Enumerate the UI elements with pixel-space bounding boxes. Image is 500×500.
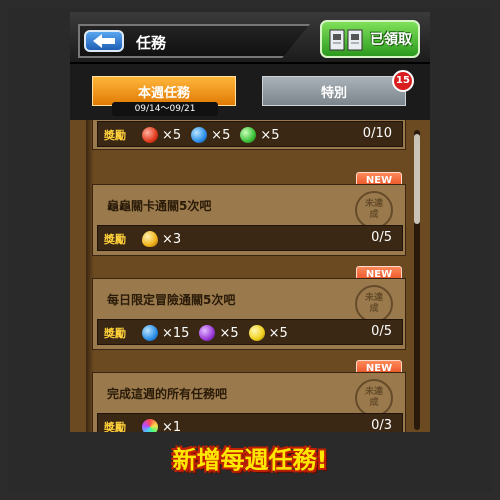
reward-label: 獎勵 [104,233,126,246]
reward-items: ×3 [142,229,187,249]
tab-special[interactable]: 特別 [262,76,406,106]
green-gem-icon [240,127,257,143]
not-achieved-stamp: 未達成 [355,191,393,229]
header-bar: 任務 已領取 [70,12,430,64]
reward-quantity: ×15 [162,325,190,341]
reward-bar: 獎勵 ×15 ×5 ×5 0/5 [97,319,403,345]
not-achieved-stamp: 未達成 [355,379,393,417]
mission-name: 每日限定冒險通關5次吧 [107,293,236,307]
back-arrow-icon [93,34,115,48]
reward-quantity: ×3 [162,231,182,247]
promo-caption: 新增每週任務! [172,446,328,474]
mission-progress: 0/3 [371,418,392,432]
claim-all-button[interactable]: 已領取 [320,20,420,58]
reward-items: ×5 ×5 ×5 [142,125,286,145]
mission-list[interactable]: 獎勵 ×5 ×5 ×5 0/10 NEW 龜龜關卡通關5次吧 未達成 獎勵 ×3… [70,120,430,432]
mission-card[interactable]: 龜龜關卡通關5次吧 未達成 獎勵 ×3 0/5 [92,184,406,256]
stamp-text: 未達成 [364,199,383,220]
page-title: 任務 [136,34,167,52]
rainbow-orb-icon [142,419,158,432]
reward-quantity: ×5 [162,127,182,143]
yellow-gem-icon [248,325,265,341]
reward-quantity: ×5 [260,127,280,143]
golden-egg-icon [142,231,158,247]
mission-card[interactable]: 完成這週的所有任務吧 未達成 獎勵 ×1 0/3 [92,372,406,432]
reward-bar: 獎勵 ×5 ×5 ×5 0/10 [97,121,403,147]
mission-card[interactable]: 每日限定冒險通關5次吧 未達成 獎勵 ×15 ×5 ×5 0/5 [92,278,406,350]
mission-progress: 0/10 [362,126,392,141]
reward-items: ×15 ×5 ×5 [142,323,294,343]
tab-weekly-dates: 09/14～09/21 [112,102,218,116]
mission-name: 龜龜關卡通關5次吧 [107,199,212,213]
reward-label: 獎勵 [104,129,126,142]
document-stack-icon [329,29,363,51]
game-screen: 任務 已領取 本週任務 09/14～09/21 特別 15 獎勵 ×5 ×5 ×… [70,12,430,432]
reward-quantity: ×5 [268,325,288,341]
mission-progress: 0/5 [371,324,392,339]
stamp-text: 未達成 [364,293,383,314]
mission-card: 獎勵 ×5 ×5 ×5 0/10 [92,120,406,150]
reward-label: 獎勵 [104,421,126,432]
reward-quantity: ×5 [219,325,239,341]
reward-quantity: ×1 [162,419,182,433]
not-achieved-stamp: 未達成 [355,285,393,323]
back-button[interactable] [84,30,124,52]
blue-gem-icon [191,127,208,143]
stamp-text: 未達成 [364,387,383,408]
purple-gem-icon [199,325,216,341]
mission-name: 完成這週的所有任務吧 [107,387,228,401]
red-gem-icon [142,127,158,143]
reward-quantity: ×5 [211,127,231,143]
claim-all-label: 已領取 [370,32,412,48]
scrollbar-thumb[interactable] [414,134,420,224]
tab-bar: 本週任務 09/14～09/21 特別 15 [70,64,430,120]
mission-progress: 0/5 [371,230,392,245]
tab-special-count-badge: 15 [392,70,414,92]
blue-gem-icon [142,325,158,341]
reward-items: ×1 [142,417,187,432]
reward-bar: 獎勵 ×3 0/5 [97,225,403,251]
reward-bar: 獎勵 ×1 0/3 [97,413,403,432]
reward-label: 獎勵 [104,327,126,340]
